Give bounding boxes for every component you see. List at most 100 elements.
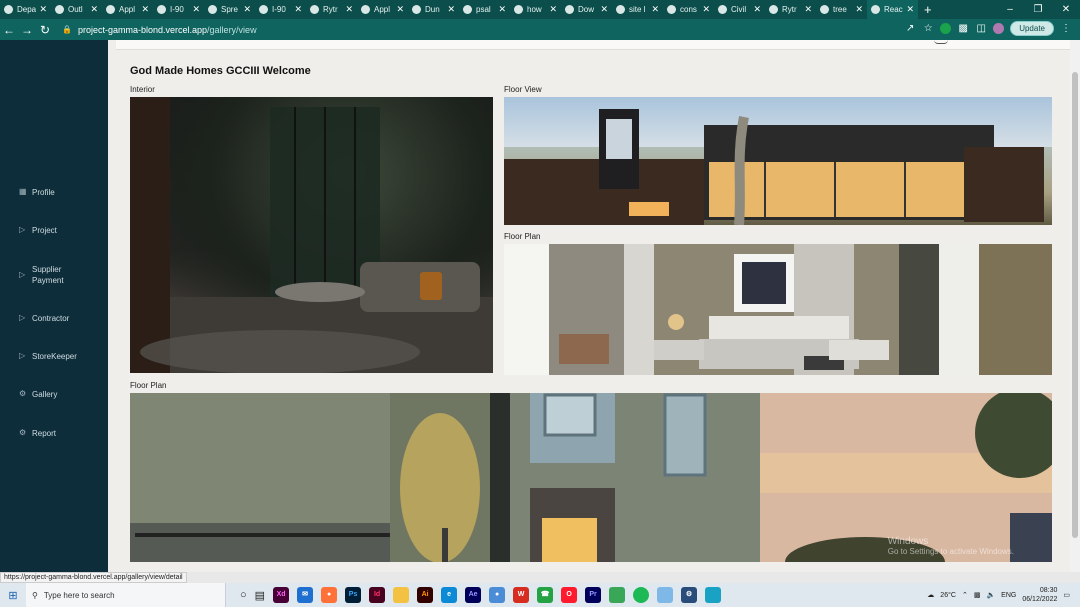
puzzle-extensions-icon[interactable]: ▩ — [957, 23, 969, 34]
volume-icon[interactable]: 🔈 — [986, 591, 995, 599]
browser-tab[interactable]: Civil ✕ — [714, 0, 765, 19]
clock[interactable]: 08:30 06/12/2022 — [1022, 586, 1057, 604]
back-icon[interactable]: ← — [0, 23, 18, 37]
opera-app-icon[interactable]: O — [561, 587, 578, 603]
close-tab-icon[interactable]: ✕ — [192, 4, 200, 15]
photos-app-icon[interactable] — [705, 587, 722, 603]
update-button[interactable]: Update — [1010, 21, 1054, 36]
profile-avatar[interactable] — [993, 23, 1005, 34]
task-view-icon[interactable]: ○ — [240, 589, 247, 601]
user-avatar[interactable] — [934, 40, 948, 44]
firefox-app-icon[interactable]: ● — [321, 587, 338, 603]
sidebar-item-storekeeper[interactable]: ▷ StoreKeeper — [19, 351, 77, 362]
browser-tab[interactable]: Spre ✕ — [204, 0, 255, 19]
browser-tab[interactable]: Reac ✕ — [867, 0, 918, 19]
close-tab-icon[interactable]: ✕ — [345, 4, 353, 15]
language-indicator[interactable]: ENG — [1001, 592, 1016, 599]
reload-icon[interactable]: ↻ — [36, 23, 54, 37]
minimize-icon[interactable]: – — [996, 0, 1024, 19]
page-scrollbar[interactable] — [1070, 40, 1080, 572]
close-tab-icon[interactable]: ✕ — [90, 4, 98, 15]
close-tab-icon[interactable]: ✕ — [243, 4, 251, 15]
close-tab-icon[interactable]: ✕ — [753, 4, 761, 15]
whatsapp-app-icon[interactable]: ☎ — [537, 587, 554, 603]
close-tab-icon[interactable]: ✕ — [855, 4, 863, 15]
close-tab-icon[interactable]: ✕ — [447, 4, 455, 15]
gallery-image-floor-view[interactable] — [504, 97, 1052, 225]
premiere-app-icon[interactable]: Pr — [585, 587, 602, 603]
windows-start-icon[interactable]: ⊞ — [0, 589, 26, 602]
browser-tab[interactable]: Dun ✕ — [408, 0, 459, 19]
google-icon — [616, 5, 625, 14]
edge-app-icon[interactable]: e — [441, 587, 458, 603]
close-tab-icon[interactable]: ✕ — [39, 4, 47, 15]
browser-tab[interactable]: Dow ✕ — [561, 0, 612, 19]
notes-app-icon[interactable] — [657, 587, 674, 603]
after-effects-app-icon[interactable]: Ae — [465, 587, 482, 603]
close-tab-icon[interactable]: ✕ — [294, 4, 302, 15]
browser-tab[interactable]: cons ✕ — [663, 0, 714, 19]
extension-green-icon[interactable] — [940, 23, 952, 34]
weather-temp[interactable]: 26°C — [940, 592, 956, 599]
close-tab-icon[interactable]: ✕ — [651, 4, 659, 15]
browser-tab[interactable]: Outl ✕ — [51, 0, 102, 19]
browser-tab[interactable]: Depa ✕ — [0, 0, 51, 19]
tray-chevron-icon[interactable]: ⌃ — [962, 591, 968, 599]
gallery-image-floor-plan-2[interactable]: Windows Go to Settings to activate Windo… — [130, 393, 1052, 562]
browser-tab[interactable]: site l ✕ — [612, 0, 663, 19]
browser-tab[interactable]: Appl ✕ — [102, 0, 153, 19]
forward-icon[interactable]: → — [18, 23, 36, 37]
weather-icon[interactable]: ☁ — [927, 591, 934, 599]
menu-kebab-icon[interactable]: ⋮ — [1060, 23, 1072, 34]
close-tab-icon[interactable]: ✕ — [600, 4, 608, 15]
maps-app-icon[interactable] — [609, 587, 626, 603]
browser-tab[interactable]: Rytr ✕ — [306, 0, 357, 19]
sidepanel-icon[interactable]: ◫ — [975, 23, 987, 34]
taskbar-search-box[interactable]: ⚲ Type here to search — [26, 583, 226, 607]
indesign-app-icon[interactable]: Id — [369, 587, 386, 603]
browser-tab[interactable]: I-90 ✕ — [153, 0, 204, 19]
sidebar-item-gallery[interactable]: ⚙ Gallery — [19, 389, 57, 400]
gallery-image-floor-plan[interactable] — [504, 244, 1052, 375]
file-explorer-icon[interactable] — [393, 587, 410, 603]
sidebar-item-profile[interactable]: ▦ Profile — [19, 187, 55, 198]
xd-app-icon[interactable]: Xd — [273, 587, 290, 603]
chrome-app-icon[interactable]: ● — [489, 587, 506, 603]
close-tab-icon[interactable]: ✕ — [549, 4, 557, 15]
wps-app-icon[interactable]: W — [513, 587, 530, 603]
network-icon[interactable]: ▩ — [974, 591, 981, 599]
close-tab-icon[interactable]: ✕ — [141, 4, 149, 15]
restore-icon[interactable]: ❐ — [1024, 0, 1052, 19]
scrollbar-thumb[interactable] — [1072, 72, 1078, 538]
multitask-icon[interactable]: ▤ — [255, 589, 265, 602]
browser-tab[interactable]: Appl ✕ — [357, 0, 408, 19]
browser-tab[interactable]: tree ✕ — [816, 0, 867, 19]
gallery-caption-floor-plan: Floor Plan — [504, 232, 541, 241]
settings-app-icon[interactable]: ⚙ — [681, 587, 698, 603]
illustrator-app-icon[interactable]: Ai — [417, 587, 434, 603]
close-tab-icon[interactable]: ✕ — [702, 4, 710, 15]
gallery-image-interior[interactable] — [130, 97, 493, 373]
bookmark-star-icon[interactable]: ☆ — [922, 23, 934, 34]
close-window-icon[interactable]: ✕ — [1052, 0, 1080, 19]
sidebar-item-project[interactable]: ▷ Project — [19, 225, 57, 236]
sidebar-item-report[interactable]: ⚙ Report — [19, 428, 56, 439]
sidebar-item-contractor[interactable]: ▷ Contractor — [19, 313, 69, 324]
photoshop-app-icon[interactable]: Ps — [345, 587, 362, 603]
browser-tab[interactable]: psal ✕ — [459, 0, 510, 19]
system-tray: ☁ 26°C ⌃ ▩ 🔈 ENG 08:30 06/12/2022 ▭ — [927, 583, 1070, 607]
new-tab-button[interactable]: + — [924, 2, 932, 17]
close-tab-icon[interactable]: ✕ — [498, 4, 506, 15]
url-field[interactable]: 🔒 project-gamma-blond.vercel.app/gallery… — [62, 25, 257, 35]
close-tab-icon[interactable]: ✕ — [396, 4, 404, 15]
notification-icon[interactable]: ▭ — [1063, 591, 1070, 599]
browser-tab[interactable]: Rytr ✕ — [765, 0, 816, 19]
close-tab-icon[interactable]: ✕ — [906, 4, 914, 15]
browser-tab[interactable]: how ✕ — [510, 0, 561, 19]
browser-tab[interactable]: I-90 ✕ — [255, 0, 306, 19]
mail-app-icon[interactable]: ✉ — [297, 587, 314, 603]
spotify-app-icon[interactable] — [633, 587, 650, 603]
sidebar-item-supplier-payment[interactable]: ▷ Supplier Payment — [19, 264, 72, 286]
share-icon[interactable]: ↗ — [904, 23, 916, 34]
close-tab-icon[interactable]: ✕ — [804, 4, 812, 15]
